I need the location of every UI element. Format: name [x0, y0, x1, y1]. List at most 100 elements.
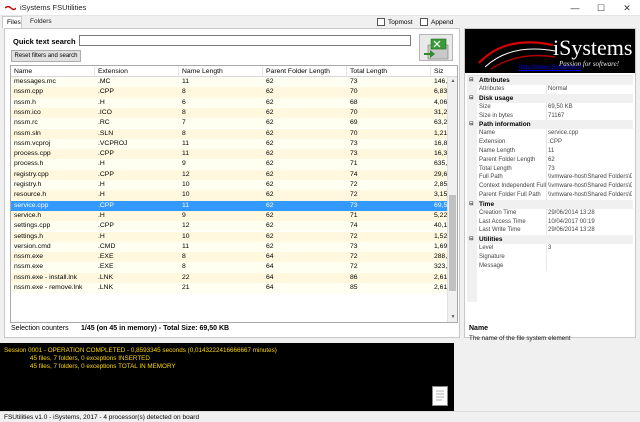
table-row[interactable]: nssm.cpp .CPP 8 62 70 6,83 [11, 87, 447, 98]
property-row[interactable]: Extension .CPP [467, 138, 633, 147]
property-row[interactable]: Message [467, 261, 633, 271]
close-button[interactable]: ✕ [614, 0, 640, 16]
collapse-icon[interactable]: ⊟ [469, 94, 474, 103]
property-row[interactable]: Full Path \\vmware-host\Shared Folders\D [467, 173, 633, 183]
table-row[interactable]: settings.cpp .CPP 12 62 74 40,1 [11, 221, 447, 232]
table-cell: 62 [266, 181, 274, 188]
table-cell: .CPP [98, 150, 114, 158]
maximize-button[interactable]: ☐ [588, 0, 614, 16]
table-row[interactable]: nssm.exe .EXE 8 64 72 288, [11, 252, 447, 263]
property-row[interactable]: Attributes Normal [467, 85, 633, 94]
property-category[interactable]: ⊟ Disk usage [467, 93, 633, 103]
property-row[interactable]: Total Length 73 [467, 164, 633, 174]
table-cell: 64 [266, 273, 274, 281]
property-row[interactable]: Signature [467, 253, 633, 262]
table-row[interactable]: nssm.sln .SLN 8 62 70 1,21 [11, 128, 447, 139]
export-excel-button[interactable] [419, 34, 453, 61]
log-line: 45 files, 7 folders, 0 exceptions INSERT… [30, 355, 150, 362]
property-name: Parent Folder Length [479, 155, 547, 165]
property-row[interactable]: Name service.cpp [467, 129, 633, 139]
table-cell: 64 [266, 263, 274, 271]
topmost-option[interactable]: Topmost [377, 17, 413, 27]
website-link[interactable]: http://www.iSystems.it [465, 64, 635, 74]
property-row[interactable]: Creation Time 29/06/2014 13:28 [467, 208, 633, 218]
log-line: Session 0001 - OPERATION COMPLETED - 0,8… [4, 347, 277, 354]
table-cell: 64 [266, 284, 274, 291]
column-header-parent-folder-length[interactable]: Parent Folder Length [263, 66, 347, 77]
collapse-icon[interactable]: ⊟ [469, 200, 474, 209]
topmost-checkbox[interactable] [377, 18, 385, 26]
table-row-selected[interactable]: service.cpp .CPP 11 62 73 69,5 [11, 200, 447, 211]
column-header-name-length[interactable]: Name Length [179, 66, 263, 77]
table-cell: 72 [350, 181, 358, 188]
scroll-down-icon[interactable]: ▼ [448, 313, 457, 322]
property-row[interactable]: Size 69,50 KB [467, 102, 633, 112]
table-cell: 62 [266, 88, 274, 96]
table-row[interactable]: registry.cpp .CPP 12 62 74 29,6 [11, 169, 447, 180]
table-row[interactable]: registry.h .H 10 62 72 2,85 [11, 180, 447, 191]
tab-folders[interactable]: Folders [26, 16, 56, 28]
property-row[interactable]: Name Length 11 [467, 147, 633, 156]
table-cell: 10 [182, 191, 190, 199]
files-panel: Quick text search Reset filters and sear… [4, 28, 460, 338]
table-row[interactable]: nssm.h .H 6 62 68 4,06 [11, 97, 447, 108]
table-cell: 74 [350, 222, 358, 230]
app-icon [5, 5, 16, 11]
table-cell: 12 [182, 222, 190, 230]
property-row[interactable]: Parent Folder Length 62 [467, 155, 633, 165]
collapse-icon[interactable]: ⊟ [469, 120, 474, 129]
property-name: Last Write Time [479, 226, 547, 236]
property-row[interactable]: Size in bytes 71167 [467, 111, 633, 121]
table-cell: 62 [266, 78, 274, 85]
column-header-size[interactable]: Siz [431, 66, 457, 77]
property-row[interactable]: Parent Folder Full Path \\vmware-host\Sha… [467, 191, 633, 200]
property-name: Attributes [479, 85, 547, 94]
search-input[interactable] [79, 35, 411, 46]
table-row[interactable]: nssm.ico .ICO 8 62 70 31,2 [11, 107, 447, 119]
scrollbar-thumb[interactable] [449, 195, 456, 291]
append-checkbox[interactable] [420, 18, 428, 26]
column-header-name[interactable]: Name [11, 66, 95, 77]
table-cell: .H [98, 98, 105, 106]
table-row[interactable]: nssm.rc .RC 7 62 69 63,2 [11, 118, 447, 129]
table-row[interactable]: nssm.exe - remove.lnk .LNK 21 64 85 2,61 [11, 283, 447, 294]
property-row[interactable]: Last Access Time 10/04/2017 00:19 [467, 217, 633, 227]
property-category-label: Disk usage [479, 94, 514, 102]
table-row[interactable]: nssm.exe .EXE 8 64 72 323, [11, 262, 447, 273]
append-option[interactable]: Append [420, 17, 453, 27]
table-row[interactable]: nssm.vcproj .VCPROJ 11 62 73 16,8 [11, 138, 447, 150]
grid-body: messages.mc .MC 11 62 73 146, nssm.cpp .CPP 8 62 7… [11, 77, 447, 322]
property-category[interactable]: ⊟ Utilities [467, 235, 633, 245]
property-grid: ⊟ Attributes Attributes Normal ⊟ Disk usage Si… [467, 75, 633, 302]
property-category[interactable]: ⊟ Path information [467, 120, 633, 130]
property-value: 71167 [548, 112, 565, 119]
scroll-up-icon[interactable]: ▲ [448, 77, 457, 86]
column-header-total-length[interactable]: Total Length [347, 66, 431, 77]
column-header-extension[interactable]: Extension [95, 66, 179, 77]
document-icon[interactable] [432, 386, 448, 406]
tab-files[interactable]: Files [2, 16, 22, 28]
property-row[interactable]: Last Write Time 29/06/2014 13:28 [467, 226, 633, 236]
reset-filters-button[interactable]: Reset filters and search [11, 50, 81, 62]
property-category[interactable]: ⊟ Time [467, 199, 633, 209]
property-name: Level [479, 244, 547, 253]
table-row[interactable]: process.h .H 9 62 71 635, [11, 159, 447, 170]
table-row[interactable]: resource.h .H 10 62 72 3,15 [11, 190, 447, 201]
property-name: Total Length [479, 164, 547, 174]
table-row[interactable]: nssm.exe - install.lnk .LNK 22 64 86 2,61 [11, 272, 447, 283]
property-row[interactable]: Context Independent Full \\vmware-host\Sh… [467, 182, 633, 191]
minimize-button[interactable]: — [562, 0, 588, 16]
table-cell: 9 [182, 211, 186, 219]
collapse-icon[interactable]: ⊟ [469, 76, 474, 85]
table-cell: 73 [350, 201, 358, 209]
property-category[interactable]: ⊟ Attributes [467, 76, 633, 85]
table-row[interactable]: messages.mc .MC 11 62 73 146, [11, 77, 447, 88]
property-row[interactable]: Level 3 [467, 244, 633, 253]
table-row[interactable]: process.cpp .CPP 11 62 73 16,3 [11, 149, 447, 160]
property-description: Name The name of the file system element [467, 325, 633, 357]
table-row[interactable]: service.h .H 9 62 71 5,22 [11, 210, 447, 222]
grid-vertical-scrollbar[interactable]: ▲ ▼ [447, 77, 457, 322]
table-row[interactable]: settings.h .H 10 62 72 1,52 [11, 231, 447, 242]
table-row[interactable]: version.cmd .CMD 11 62 73 1,69 [11, 241, 447, 253]
collapse-icon[interactable]: ⊟ [469, 235, 474, 244]
